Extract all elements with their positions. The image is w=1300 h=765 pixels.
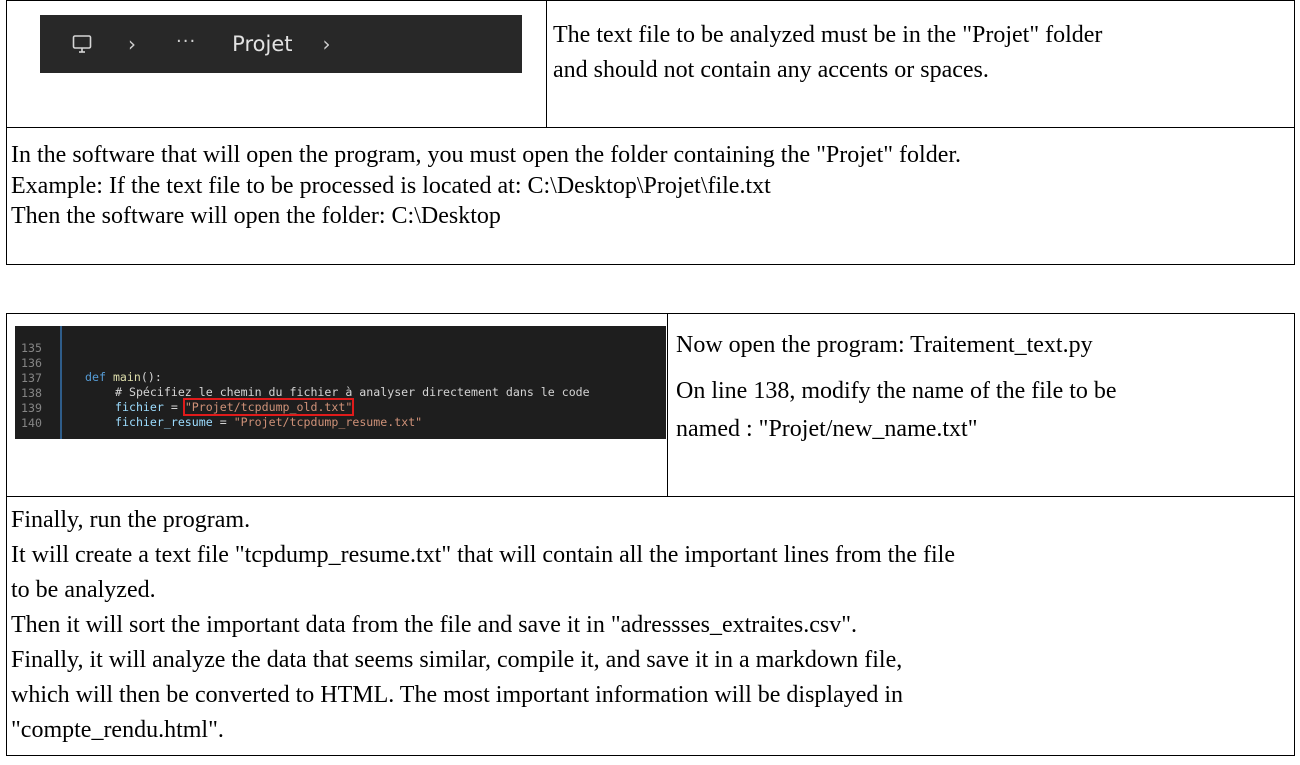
note-line: named : "Projet/new_name.txt"	[676, 416, 978, 442]
operator: =	[212, 415, 234, 429]
run-line: "compte_rendu.html".	[11, 717, 224, 743]
program-note-cell: Now open the program: Traitement_text.py…	[667, 313, 1295, 497]
code-line: 140	[15, 401, 85, 430]
highlighted-filename-string: "Projet/tcpdump_old.txt"	[182, 398, 355, 416]
instructions-table-bottom: 135 136 def main(): 137 # Spécifiez le c…	[6, 313, 1295, 756]
instructions-cell: In the software that will open the progr…	[6, 127, 1295, 265]
breadcrumb: › ··· Projet ›	[40, 15, 522, 73]
code-line: 137 # Spécifiez le chemin du fichier à a…	[15, 356, 590, 400]
breadcrumb-cell: › ··· Projet ›	[6, 0, 547, 128]
run-line: Finally, run the program.	[11, 507, 251, 533]
instructions-table-top: › ··· Projet › The text file to be analy…	[6, 0, 1295, 265]
run-instructions-cell: Finally, run the program. It will create…	[6, 496, 1295, 756]
note-line: Now open the program: Traitement_text.py	[676, 332, 1093, 358]
run-line: It will create a text file "tcpdump_resu…	[11, 542, 955, 568]
instruction-line: In the software that will open the progr…	[11, 142, 962, 168]
function-name: main	[112, 370, 141, 384]
code-line: 139 fichier_resume = "Projet/tcpdump_res…	[15, 386, 422, 430]
instruction-line: Example: If the text file to be processe…	[11, 172, 771, 199]
note-line: The text file to be analyzed must be in …	[553, 22, 1103, 48]
note-line: On line 138, modify the name of the file…	[676, 378, 1117, 404]
ellipsis-icon[interactable]: ···	[176, 31, 196, 52]
folder-note-cell: The text file to be analyzed must be in …	[546, 0, 1295, 128]
operator: =	[163, 400, 185, 414]
code-comment: # Spécifiez le chemin du fichier à analy…	[115, 385, 590, 399]
run-line: to be analyzed.	[11, 577, 156, 603]
note-line: and should not contain any accents or sp…	[553, 57, 989, 83]
code-punct: ():	[140, 370, 162, 384]
run-line: which will then be converted to HTML. Th…	[11, 682, 904, 708]
computer-icon	[72, 35, 92, 53]
string-literal: "Projet/tcpdump_resume.txt"	[233, 415, 423, 429]
run-line: Then it will sort the important data fro…	[11, 612, 858, 638]
code-line: 136 def main():	[15, 341, 162, 385]
code-line: 138 fichier = "Projet/tcpdump_old.txt"	[15, 371, 355, 416]
run-line: Finally, it will analyze the data that s…	[11, 647, 903, 673]
code-cell: 135 136 def main(): 137 # Spécifiez le c…	[6, 313, 668, 497]
variable: fichier_resume	[115, 415, 213, 429]
keyword: def	[85, 370, 106, 384]
chevron-right-icon: ›	[128, 32, 136, 56]
instruction-line: Then the software will open the folder: …	[11, 203, 501, 229]
variable: fichier	[115, 400, 164, 414]
chevron-right-icon: ›	[322, 32, 331, 56]
breadcrumb-folder[interactable]: Projet	[232, 32, 292, 56]
code-editor-screenshot: 135 136 def main(): 137 # Spécifiez le c…	[15, 326, 666, 439]
line-number: 140	[21, 415, 42, 430]
code-line: 135	[15, 326, 85, 355]
